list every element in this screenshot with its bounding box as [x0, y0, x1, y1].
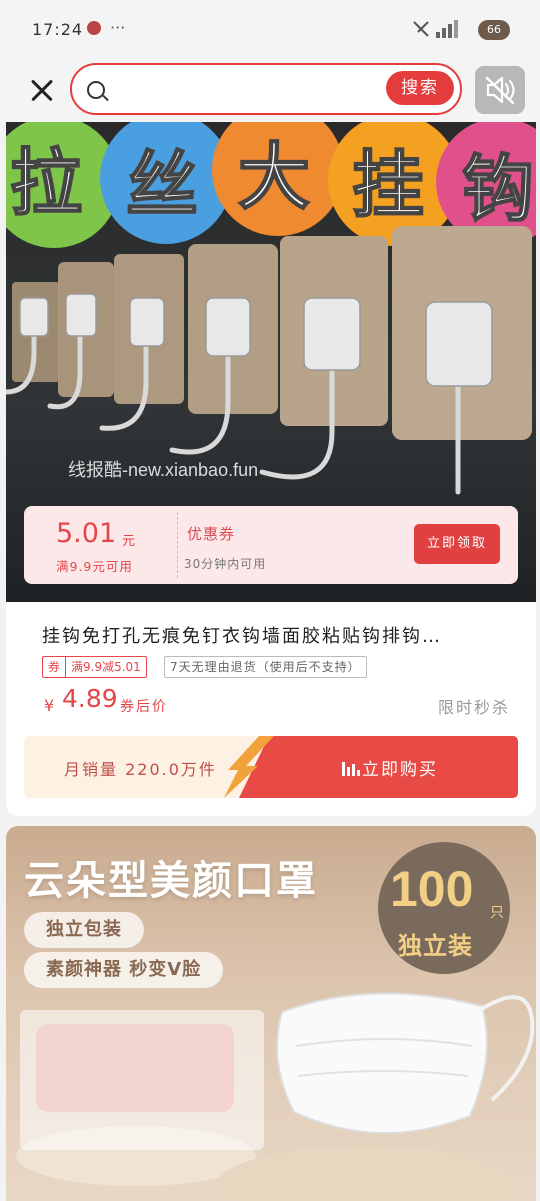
- coupon-panel: 5.01 元 满9.9元可用 优惠券 30分钟内可用 立即领取: [24, 506, 518, 584]
- signal-icon: [412, 18, 470, 44]
- buy-bar[interactable]: 月销量 220.0万件 立即购买: [24, 736, 518, 798]
- buy-now-button[interactable]: 立即购买: [362, 755, 438, 780]
- product-image[interactable]: 拉 丝 大 挂 钩 线报酷-new.xianbao.fun 5.01 元 满9.…: [6, 122, 536, 602]
- coupon-condition: 满9.9元可用: [56, 559, 133, 574]
- watermark-text: 线报酷-new.xianbao.fun: [68, 460, 259, 480]
- speaker-mute-icon: [485, 76, 515, 105]
- monthly-sales: 月销量 220.0万件: [64, 760, 217, 779]
- more-notifications-icon: ···: [110, 18, 126, 37]
- coupon-divider: [177, 512, 178, 578]
- product2-chip-packaging: 独立包装: [24, 912, 144, 948]
- product2-chip-slogan: 素颜神器 秒变V脸: [24, 952, 224, 988]
- app-notification-icon: [87, 21, 101, 35]
- coupon-tag-label: 券: [43, 657, 67, 677]
- close-icon[interactable]: [26, 74, 60, 108]
- search-button[interactable]: 搜索: [386, 71, 454, 105]
- status-bar: 17:24 ··· 66: [0, 0, 540, 60]
- badge-unit: 只: [490, 905, 504, 921]
- coupon-validity: 30分钟内可用: [184, 557, 267, 571]
- coupon-tag: 券 满9.9减5.01: [42, 656, 147, 678]
- badge-text: 独立装: [398, 932, 473, 960]
- coupon-tag-detail: 满9.9减5.01: [71, 660, 141, 674]
- search-box[interactable]: 搜索: [70, 63, 462, 115]
- banner-title-char: 拉: [10, 141, 82, 225]
- flash-sale-label: 限时秒杀: [438, 698, 511, 717]
- product-title[interactable]: 挂钩免打孔无痕免钉衣钩墙面胶粘贴钩排钩…: [42, 622, 512, 648]
- price-note: 券后价: [120, 699, 168, 715]
- search-input[interactable]: [116, 74, 386, 104]
- badge-number: 100: [390, 861, 474, 917]
- product2-count-badge: 100 只 独立装: [378, 842, 510, 974]
- coupon-unit: 元: [122, 534, 136, 549]
- banner-title-char: 钩: [462, 147, 534, 231]
- claim-coupon-button[interactable]: 立即领取: [414, 524, 500, 564]
- banner-title-char: 大: [238, 135, 310, 219]
- banner-title-char: 挂: [352, 143, 424, 227]
- return-policy-tag: 7天无理由退货（使用后不支持）: [164, 656, 367, 678]
- currency-symbol: ¥: [44, 696, 55, 715]
- product-card[interactable]: 拉 丝 大 挂 钩 线报酷-new.xianbao.fun 5.01 元 满9.…: [6, 122, 536, 816]
- product-card-2[interactable]: 云朵型美颜口罩 独立包装 素颜神器 秒变V脸 100 只 独立装: [6, 826, 536, 1201]
- search-header: 搜索: [0, 60, 540, 122]
- mute-button[interactable]: [475, 66, 525, 114]
- banner-title-char: 丝: [126, 143, 198, 227]
- coupon-title: 优惠券: [187, 525, 236, 543]
- coupon-amount: 5.01: [56, 518, 117, 549]
- battery-indicator: 66: [478, 20, 510, 40]
- bar-chart-icon: [342, 758, 360, 776]
- final-price: 4.89: [62, 684, 118, 713]
- product2-banner-title: 云朵型美颜口罩: [24, 858, 318, 904]
- search-icon: [87, 81, 105, 99]
- status-time: 17:24: [32, 20, 84, 39]
